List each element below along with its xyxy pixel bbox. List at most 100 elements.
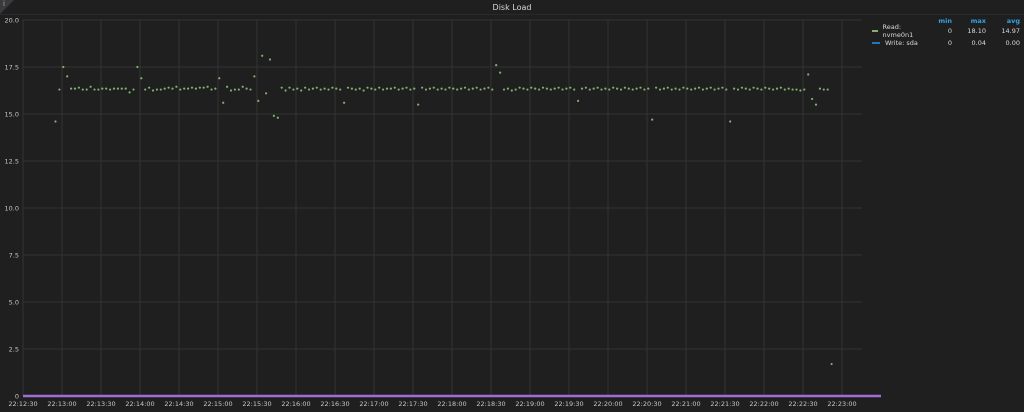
legend-min: 0: [947, 27, 952, 35]
series-swatch[interactable]: [872, 42, 880, 44]
read-nvme0n1-point: [343, 101, 346, 104]
read-nvme0n1-point: [112, 87, 116, 90]
read-nvme0n1-point: [183, 87, 186, 90]
read-nvme0n1-point: [807, 73, 810, 76]
read-nvme0n1-point: [436, 88, 439, 91]
read-nvme0n1-point: [541, 86, 545, 89]
read-nvme0n1-point: [85, 88, 88, 91]
read-nvme0n1-point: [721, 86, 724, 89]
read-nvme0n1-point: [775, 87, 779, 90]
read-nvme0n1-point: [350, 87, 353, 90]
read-nvme0n1-point: [814, 103, 818, 106]
read-nvme0n1-point: [822, 88, 825, 91]
read-nvme0n1-point: [389, 87, 392, 90]
series-swatch[interactable]: [872, 30, 878, 32]
read-nvme0n1-point: [210, 88, 213, 91]
read-nvme0n1-point: [226, 85, 229, 88]
read-nvme0n1-point: [393, 86, 396, 89]
read-nvme0n1-point: [549, 88, 552, 91]
read-nvme0n1-point: [214, 87, 217, 90]
read-nvme0n1-point: [311, 87, 314, 90]
read-nvme0n1-point: [584, 86, 588, 89]
read-nvme0n1-point: [198, 86, 201, 89]
read-nvme0n1-point: [132, 88, 135, 91]
read-nvme0n1-point: [514, 88, 517, 91]
read-nvme0n1-point: [760, 88, 763, 91]
read-nvme0n1-point: [452, 87, 455, 90]
read-nvme0n1-point: [413, 87, 416, 90]
read-nvme0n1-point: [811, 97, 814, 101]
read-nvme0n1-point: [354, 88, 357, 91]
read-nvme0n1-point: [167, 86, 170, 89]
x-tick-label: 22:21:00: [671, 400, 700, 408]
x-tick-label: 22:20:00: [593, 400, 622, 408]
read-nvme0n1-point: [432, 86, 435, 89]
read-nvme0n1-point: [335, 87, 338, 90]
read-nvme0n1-point: [565, 87, 568, 90]
read-nvme0n1-point: [460, 87, 463, 90]
read-nvme0n1-point: [666, 86, 669, 89]
read-nvme0n1-point: [538, 88, 541, 91]
y-tick-label: 17.5: [5, 64, 19, 72]
legend-max: 0.04: [971, 39, 986, 47]
read-nvme0n1-point: [783, 88, 786, 91]
read-nvme0n1-point: [202, 86, 205, 89]
read-nvme0n1-point: [686, 87, 689, 90]
read-nvme0n1-point: [93, 88, 96, 91]
x-tick-label: 22:19:00: [515, 400, 544, 408]
read-nvme0n1-point: [179, 88, 182, 91]
read-nvme0n1-point: [421, 86, 424, 89]
read-nvme0n1-point: [175, 85, 178, 88]
read-nvme0n1-point: [580, 87, 584, 90]
read-nvme0n1-point: [502, 88, 506, 91]
legend-header-max[interactable]: max: [952, 17, 986, 25]
disk-load-chart: 02.55.07.510.012.515.017.520.0 22:12:30 2…: [5, 17, 881, 408]
read-nvme0n1-point: [370, 87, 373, 90]
y-tick-label: 2.5: [9, 346, 19, 354]
read-nvme0n1-point: [109, 88, 112, 91]
read-nvme0n1-point: [713, 88, 716, 91]
read-nvme0n1-point: [647, 87, 650, 90]
read-nvme0n1-point: [471, 87, 474, 90]
read-nvme0n1-point: [643, 88, 646, 91]
read-nvme0n1-point: [62, 65, 65, 69]
read-nvme0n1-point: [740, 86, 744, 89]
read-nvme0n1-point: [245, 87, 248, 90]
read-nvme0n1-point: [651, 118, 654, 121]
y-axis-ticks: 02.55.07.510.012.515.017.520.0: [5, 17, 19, 401]
legend-series-name[interactable]: Read: nvme0n1: [883, 23, 918, 39]
legend-series-name[interactable]: Write: sda: [885, 39, 918, 47]
legend-header-min[interactable]: min: [918, 17, 952, 25]
read-nvme0n1-point: [635, 87, 638, 90]
read-nvme0n1-point: [733, 87, 736, 90]
read-nvme0n1-point: [491, 88, 494, 91]
read-nvme0n1-point: [428, 87, 431, 90]
read-nvme0n1-point: [187, 87, 190, 90]
read-nvme0n1-point: [272, 114, 275, 117]
read-nvme0n1-point: [424, 88, 428, 91]
legend-row-read[interactable]: Read: nvme0n1 0 18.10 14.97: [872, 23, 1020, 39]
read-nvme0n1-point: [171, 87, 174, 90]
legend-row-write[interactable]: Write: sda 0 0.04 0.00: [872, 37, 1020, 49]
read-nvme0n1-point: [748, 88, 751, 91]
read-nvme0n1-point: [233, 88, 236, 91]
legend-header-avg[interactable]: avg: [986, 17, 1020, 25]
read-nvme0n1-point: [268, 58, 272, 61]
read-nvme0n1-point: [463, 86, 467, 89]
read-nvme0n1-point: [787, 87, 790, 90]
x-tick-label: 22:17:30: [398, 400, 427, 408]
read-nvme0n1-point: [483, 87, 486, 90]
read-nvme0n1-point: [58, 88, 61, 91]
read-nvme0n1-point: [280, 86, 283, 89]
read-nvme0n1-point: [241, 85, 244, 88]
read-nvme0n1-point: [510, 89, 513, 92]
read-nvme0n1-point: [448, 86, 451, 89]
read-nvme0n1-point: [300, 89, 303, 92]
read-nvme0n1-point: [534, 87, 537, 90]
read-nvme0n1-point: [592, 87, 595, 90]
read-nvme0n1-point: [397, 88, 400, 91]
read-nvme0n1-point: [744, 87, 747, 90]
read-nvme0n1-point: [506, 87, 509, 90]
x-tick-label: 22:13:30: [86, 400, 115, 408]
read-nvme0n1-point: [105, 87, 108, 90]
